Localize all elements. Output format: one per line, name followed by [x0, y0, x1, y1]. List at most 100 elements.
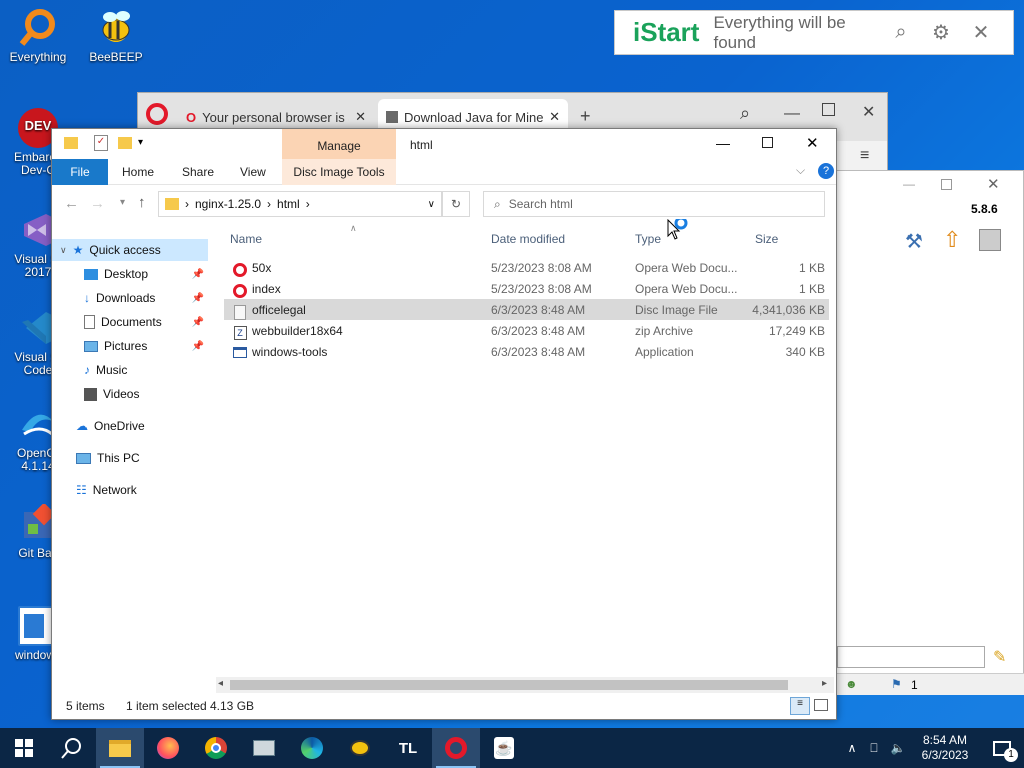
search-icon[interactable] [48, 728, 96, 768]
new-folder-icon[interactable] [118, 137, 132, 149]
properties-icon[interactable]: ✓ [94, 135, 108, 151]
tab-file[interactable]: File [52, 159, 108, 185]
pin-icon[interactable]: 📌 [192, 293, 204, 304]
close-icon[interactable]: ✕ [862, 102, 875, 122]
file-row[interactable]: officelegal 6/3/2023 8:48 AM Disc Image Fi… [224, 299, 829, 320]
quick-access-dropdown-icon[interactable]: ▾ [138, 137, 143, 148]
horizontal-scrollbar[interactable]: ◂ ▸ [216, 677, 834, 693]
close-icon[interactable]: ✕ [806, 134, 819, 152]
new-tab-button[interactable]: + [580, 106, 591, 127]
file-date: 6/3/2023 8:48 AM [491, 345, 586, 359]
sidebar-item-this-pc[interactable]: This PC [76, 447, 208, 469]
forward-icon[interactable]: → [90, 195, 105, 212]
desktop-icon-beebeep[interactable]: BeeBEEP [80, 8, 152, 64]
sidebar-item-network[interactable]: ☷ Network [76, 479, 208, 501]
minimize-icon[interactable]: — [784, 105, 800, 123]
file-row[interactable]: Zwebbuilder18x64 6/3/2023 8:48 AM zip Arch… [224, 320, 829, 341]
help-icon[interactable]: ? [818, 163, 834, 179]
pin-icon[interactable]: 📌 [192, 269, 204, 280]
close-icon[interactable]: ✕ [987, 175, 1000, 193]
tab-disc-image-tools[interactable]: Disc Image Tools [282, 159, 396, 185]
maximize-icon[interactable] [762, 137, 773, 148]
volume-icon[interactable]: 🔈 [886, 741, 910, 755]
close-icon[interactable]: ✕ [961, 20, 1001, 45]
address-bar[interactable]: › nginx-1.25.0 › html › ∨ [158, 191, 442, 217]
manage-tab[interactable]: Manage [282, 129, 396, 159]
java-icon[interactable]: ☕ [480, 728, 528, 768]
chat-tab-icon[interactable]: ⚑ [891, 677, 902, 691]
sidebar-item-pictures[interactable]: Pictures 📌 [84, 335, 208, 357]
breadcrumb-separator: › [267, 197, 272, 211]
chevron-up-icon[interactable]: ∧ [842, 741, 862, 755]
istart-search-bar[interactable]: iStart Everything will be found ⌕ ⚙ ✕ [614, 10, 1014, 55]
scroll-right-icon[interactable]: ▸ [822, 678, 827, 689]
start-icon[interactable] [0, 728, 48, 768]
scrollbar-thumb[interactable] [230, 680, 788, 690]
breadcrumb-item[interactable]: html [277, 197, 300, 211]
refresh-icon[interactable]: ↻ [442, 191, 470, 217]
message-input[interactable] [837, 646, 985, 668]
minimize-icon[interactable]: — [903, 177, 915, 191]
file-row[interactable]: index 5/23/2023 8:08 AM Opera Web Docu... 1… [224, 278, 829, 299]
opera-icon[interactable] [432, 728, 480, 768]
sidebar-item-videos[interactable]: Videos [84, 383, 208, 405]
recent-locations-icon[interactable]: ▾ [120, 197, 125, 208]
large-icons-view-icon[interactable] [814, 699, 828, 711]
pin-icon[interactable]: 📌 [192, 317, 204, 328]
trash-icon[interactable] [979, 229, 1001, 251]
chevron-down-icon[interactable]: ∨ [60, 245, 67, 256]
details-view-icon[interactable]: ≡ [790, 697, 810, 715]
search-icon[interactable]: ⌕ [881, 21, 921, 44]
column-header-type[interactable]: Type [635, 232, 661, 246]
mouse-cursor [667, 216, 691, 248]
network-status-icon[interactable]: ⎕ [862, 741, 886, 756]
back-icon[interactable]: ← [64, 195, 79, 212]
column-header-size[interactable]: Size [755, 232, 778, 246]
istart-tagline[interactable]: Everything will be found [713, 13, 881, 53]
menu-icon[interactable]: ≡ [860, 147, 869, 165]
edge-icon[interactable] [288, 728, 336, 768]
clock[interactable]: 8:54 AM 6/3/2023 [910, 733, 980, 763]
sidebar-item-onedrive[interactable]: ☁ OneDrive [76, 415, 208, 437]
tab-share[interactable]: Share [168, 159, 228, 185]
minimize-icon[interactable]: — [716, 135, 730, 151]
file-explorer-icon[interactable] [96, 728, 144, 768]
file-row[interactable]: 50x 5/23/2023 8:08 AM Opera Web Docu... 1 K… [224, 257, 829, 278]
search-input[interactable]: ⌕ Search html [483, 191, 825, 217]
expand-ribbon-icon[interactable]: ⌵ [796, 163, 805, 178]
up-icon[interactable]: ↑ [138, 194, 146, 211]
scroll-left-icon[interactable]: ◂ [218, 678, 223, 689]
clock-time: 8:54 AM [922, 733, 968, 747]
pin-icon[interactable]: 📌 [192, 341, 204, 352]
notification-center-icon[interactable]: 1 [980, 728, 1024, 768]
sidebar-item-music[interactable]: ♪ Music [84, 359, 208, 381]
desktop-icon-everything[interactable]: Everything [2, 8, 74, 64]
column-header-name[interactable]: Name [230, 232, 262, 246]
file-row[interactable]: windows-tools 6/3/2023 8:48 AM Application… [224, 341, 829, 362]
chrome-icon[interactable] [192, 728, 240, 768]
sidebar-item-quick-access[interactable]: ∨ ★ Quick access [52, 239, 208, 261]
maximize-icon[interactable] [941, 179, 952, 190]
tab-home[interactable]: Home [108, 159, 168, 185]
beebeep-icon[interactable] [336, 728, 384, 768]
tl-icon[interactable]: TL [384, 728, 432, 768]
gear-icon[interactable]: ⚙ [921, 20, 961, 45]
chevron-down-icon[interactable]: ∨ [428, 199, 435, 210]
maximize-icon[interactable] [822, 103, 835, 116]
breadcrumb-item[interactable]: nginx-1.25.0 [195, 197, 261, 211]
users-icon[interactable]: ☻ [845, 677, 858, 691]
sidebar-item-documents[interactable]: Documents 📌 [84, 311, 208, 333]
sidebar-item-desktop[interactable]: Desktop 📌 [84, 263, 208, 285]
sidebar-item-downloads[interactable]: ↓ Downloads 📌 [84, 287, 208, 309]
tab-view[interactable]: View [226, 159, 280, 185]
firefox-icon[interactable] [144, 728, 192, 768]
close-tab-icon[interactable]: ✕ [355, 109, 366, 125]
opera-logo-icon[interactable] [146, 103, 168, 125]
upload-icon[interactable]: ⇧ [943, 227, 961, 253]
tools-icon[interactable]: ⚒ [905, 229, 923, 254]
broom-icon[interactable]: ✎ [993, 647, 1006, 667]
column-header-date[interactable]: Date modified [491, 232, 565, 246]
close-tab-icon[interactable]: ✕ [549, 109, 560, 125]
search-tabs-icon[interactable]: ⌕ [740, 103, 750, 124]
system-icon[interactable] [240, 728, 288, 768]
